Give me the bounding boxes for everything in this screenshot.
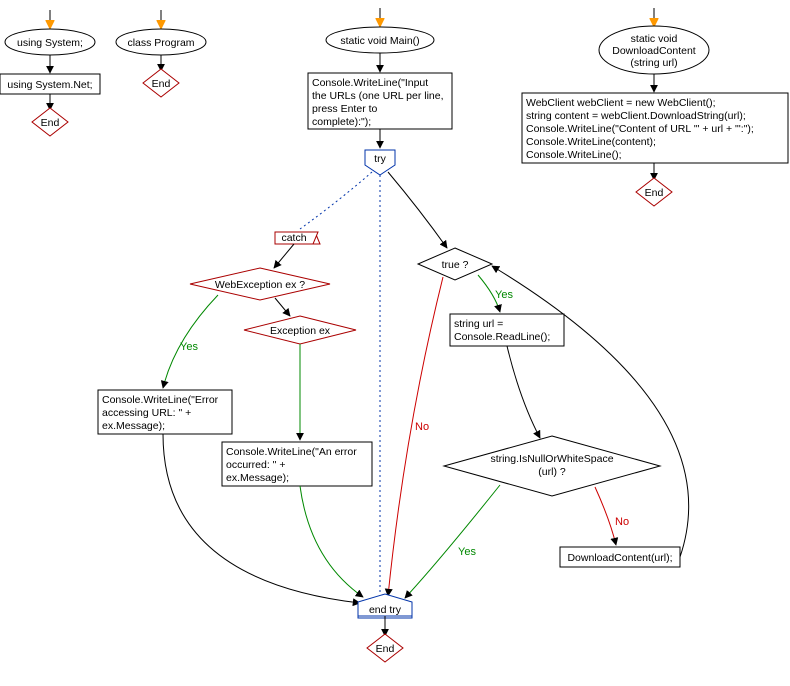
node-using-net-label: using System.Net; <box>7 79 92 91</box>
node-dl-h1: static void <box>631 33 678 45</box>
node-true: true ? <box>418 248 492 280</box>
svg-text:true ?: true ? <box>442 259 469 271</box>
node-readline-l2: Console.ReadLine(); <box>454 331 550 343</box>
svg-text:End: End <box>41 117 60 129</box>
node-webexception: WebException ex ? <box>190 268 330 300</box>
end-node-download: End <box>636 178 672 206</box>
svg-text:Exception ex: Exception ex <box>270 325 331 337</box>
svg-text:end try: end try <box>369 604 402 616</box>
node-dl-b1: WebClient webClient = new WebClient(); <box>526 97 716 109</box>
svg-text:End: End <box>152 78 171 90</box>
edge-null-no <box>595 487 616 545</box>
node-err-occur-l3: ex.Message); <box>226 472 289 484</box>
label-no: No <box>615 516 629 528</box>
svg-text:string.IsNullOrWhiteSpace: string.IsNullOrWhiteSpace <box>490 453 613 465</box>
node-nullorws: string.IsNullOrWhiteSpace (url) ? <box>444 436 660 496</box>
node-endtry: end try <box>358 594 412 618</box>
flowchart-canvas: using System; using System.Net; End clas… <box>0 0 790 686</box>
end-node-class: End <box>143 69 179 97</box>
label-no: No <box>415 421 429 433</box>
node-dl-b4: Console.WriteLine(content); <box>526 136 656 148</box>
edge-null-yes <box>405 485 500 598</box>
node-err-occur-l2: occurred: " + <box>226 459 285 471</box>
node-dl-b5: Console.WriteLine(); <box>526 149 622 161</box>
end-node-main: End <box>367 634 403 662</box>
node-class-program-label: class Program <box>127 37 194 49</box>
label-yes: Yes <box>495 289 513 301</box>
edge-readline-null <box>507 346 540 438</box>
node-try: try <box>365 150 395 175</box>
edge-download-back <box>492 266 689 557</box>
label-yes: Yes <box>180 341 198 353</box>
node-prompt-l4: complete):"); <box>312 116 371 128</box>
node-err-access-l2: accessing URL: " + <box>102 407 191 419</box>
node-dl-h2: DownloadContent <box>612 45 696 57</box>
svg-text:End: End <box>376 643 395 655</box>
node-dl-h3: (string url) <box>630 57 677 69</box>
node-err-access-l1: Console.WriteLine("Error <box>102 394 219 406</box>
node-dl-b2: string content = webClient.DownloadStrin… <box>526 110 746 122</box>
svg-text:catch: catch <box>281 232 306 244</box>
node-using-system-label: using System; <box>17 37 83 49</box>
node-readline-l1: string url = <box>454 318 503 330</box>
edge <box>274 244 294 268</box>
node-dl-b3: Console.WriteLine("Content of URL '" + u… <box>526 123 754 135</box>
edge-try-true <box>388 172 447 248</box>
end-node-using: End <box>32 108 68 136</box>
node-main-label: static void Main() <box>340 35 419 47</box>
node-download-call-label: DownloadContent(url); <box>567 552 672 564</box>
svg-text:(url) ?: (url) ? <box>538 466 566 478</box>
edge-true-no <box>388 277 443 596</box>
edge-try-catch <box>300 172 372 229</box>
edge <box>275 298 290 316</box>
node-prompt-l3: press Enter to <box>312 103 378 115</box>
node-err-occur-l1: Console.WriteLine("An error <box>226 446 357 458</box>
svg-text:WebException ex ?: WebException ex ? <box>215 279 305 291</box>
svg-text:End: End <box>645 187 664 199</box>
label-yes: Yes <box>458 546 476 558</box>
node-prompt-l1: Console.WriteLine("Input <box>312 77 428 89</box>
svg-text:try: try <box>374 153 386 165</box>
node-exception: Exception ex <box>244 316 356 344</box>
node-catch: catch <box>275 232 320 244</box>
node-prompt-l2: the URLs (one URL per line, <box>312 90 444 102</box>
node-err-access-l3: ex.Message); <box>102 420 165 432</box>
edge-erroccur-endtry <box>300 486 363 597</box>
